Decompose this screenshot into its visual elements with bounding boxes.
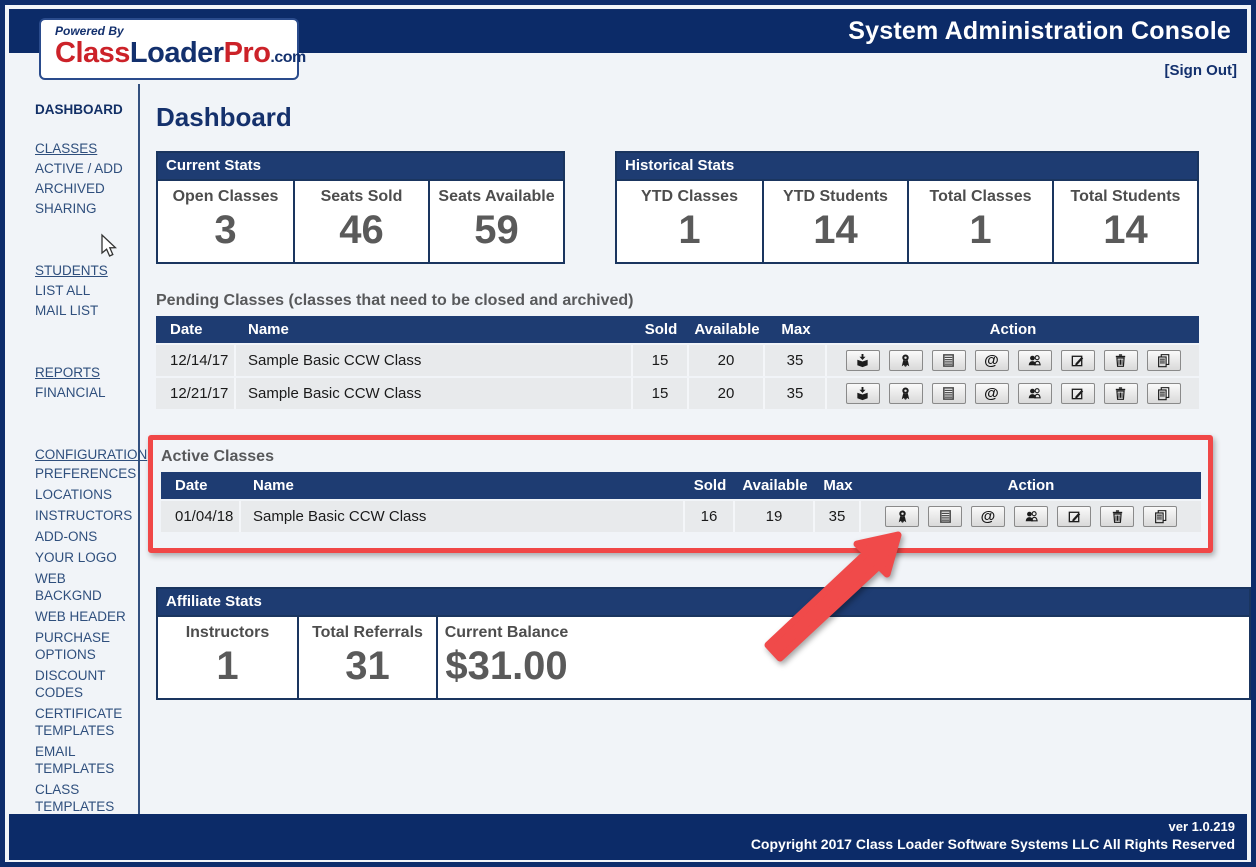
stat-total-students: Total Students 14 [1052,181,1197,262]
stat-current-balance: Current Balance $31.00 [436,617,575,698]
delete-button[interactable] [1100,506,1134,527]
sidebar-item-sharing[interactable]: SHARING [35,199,135,219]
action-buttons: @ [827,378,1199,409]
active-classes-table: Date Name Sold Available Max Action 01/0… [161,472,1201,532]
sidebar-group-students: STUDENTS LIST ALL MAIL LIST [35,261,138,321]
affiliate-stats-table: Affiliate Stats Instructors 1 Total Refe… [156,587,1251,700]
table-row: 12/14/17 Sample Basic CCW Class 15 20 35… [156,345,1199,376]
historical-stats-title: Historical Stats [617,153,1197,181]
sidebar-item-classes[interactable]: CLASSES [35,139,138,159]
edit-button[interactable] [1057,506,1091,527]
current-stats-title: Current Stats [158,153,563,181]
edit-button[interactable] [1061,350,1095,371]
sidebar-item-list-all[interactable]: LIST ALL [35,281,135,301]
sidebar-item-dashboard[interactable]: DASHBOARD [35,102,138,117]
action-buttons: @ [827,345,1199,376]
app-title: System Administration Console [848,17,1247,46]
roster-button[interactable] [932,350,966,371]
sidebar-group-reports: REPORTS FINANCIAL [35,363,138,403]
active-classes-highlight-box: Active Classes Date Name Sold Available … [148,435,1213,553]
action-buttons: @ [861,501,1201,532]
sidebar-item-certificate-templates[interactable]: CERTIFICATE TEMPLATES [35,705,135,739]
logo-wordmark: ClassLoaderPro.com [55,38,297,73]
email-button[interactable]: @ [971,506,1005,527]
sidebar-item-instructors[interactable]: INSTRUCTORS [35,507,135,524]
sidebar-item-your-logo[interactable]: YOUR LOGO [35,549,135,566]
active-classes-heading: Active Classes [161,448,1200,466]
sidebar-item-financial[interactable]: FINANCIAL [35,383,135,403]
stat-ytd-classes: YTD Classes 1 [617,181,762,262]
sidebar-item-students[interactable]: STUDENTS [35,261,138,281]
roster-button[interactable] [932,383,966,404]
stat-ytd-students: YTD Students 14 [762,181,907,262]
stat-open-classes: Open Classes 3 [158,181,293,262]
sidebar-item-locations[interactable]: LOCATIONS [35,486,135,503]
sidebar-group-classes: CLASSES ACTIVE / ADD ARCHIVED SHARING [35,139,138,219]
sidebar-item-class-templates[interactable]: CLASS TEMPLATES [35,781,135,815]
delete-button[interactable] [1104,383,1138,404]
sidebar-group-configuration: CONFIGURATION PREFERENCES LOCATIONS INST… [35,445,138,815]
pending-classes-table: Date Name Sold Available Max Action 12/1… [156,316,1199,409]
stat-total-classes: Total Classes 1 [907,181,1052,262]
archive-button[interactable] [846,383,880,404]
sidebar-item-discount-codes[interactable]: DISCOUNT CODES [35,667,135,701]
pending-table-header: Date Name Sold Available Max Action [156,316,1199,343]
page-title: Dashboard [156,102,1251,133]
sidebar-item-reports[interactable]: REPORTS [35,363,138,383]
edit-button[interactable] [1061,383,1095,404]
copyright-label: Copyright 2017 Class Loader Software Sys… [9,836,1235,852]
stat-instructors: Instructors 1 [158,617,297,698]
sidebar-item-purchase-options[interactable]: PURCHASE OPTIONS [35,629,135,663]
students-button[interactable] [1018,350,1052,371]
classloaderpro-logo: Powered By ClassLoaderPro.com [39,18,299,80]
copy-button[interactable] [1147,350,1181,371]
sidebar-item-web-backgnd[interactable]: WEB BACKGND [35,570,135,604]
email-button[interactable]: @ [975,383,1009,404]
sidebar-item-add-ons[interactable]: ADD-ONS [35,528,135,545]
copy-button[interactable] [1147,383,1181,404]
sidebar-item-preferences[interactable]: PREFERENCES [35,465,135,482]
main-content: Dashboard Current Stats Open Classes 3 S… [140,84,1251,857]
sidebar-item-archived[interactable]: ARCHIVED [35,179,135,199]
active-table-header: Date Name Sold Available Max Action [161,472,1201,499]
sidebar-item-web-header[interactable]: WEB HEADER [35,608,135,625]
table-row: 01/04/18 Sample Basic CCW Class 16 19 35… [161,501,1201,532]
award-button[interactable] [889,383,923,404]
email-icon: @ [984,353,999,368]
affiliate-stats-title: Affiliate Stats [158,589,1249,617]
archive-button[interactable] [846,350,880,371]
award-button[interactable] [885,506,919,527]
roster-button[interactable] [928,506,962,527]
sidebar-item-active-add[interactable]: ACTIVE / ADD [35,159,135,179]
pending-classes-heading: Pending Classes (classes that need to be… [156,292,1251,310]
sign-out-link[interactable]: [Sign Out] [1165,62,1237,79]
sidebar-item-mail-list[interactable]: MAIL LIST [35,301,135,321]
admin-console-page: System Administration Console Powered By… [0,0,1256,867]
email-button[interactable]: @ [975,350,1009,371]
stat-seats-available: Seats Available 59 [428,181,563,262]
students-button[interactable] [1018,383,1052,404]
students-button[interactable] [1014,506,1048,527]
historical-stats-table: Historical Stats YTD Classes 1 YTD Stude… [615,151,1199,264]
sidebar-item-email-templates[interactable]: EMAIL TEMPLATES [35,743,135,777]
stat-seats-sold: Seats Sold 46 [293,181,428,262]
email-icon: @ [984,386,999,401]
stat-total-referrals: Total Referrals 31 [297,617,436,698]
current-stats-table: Current Stats Open Classes 3 Seats Sold … [156,151,565,264]
sidebar-nav: DASHBOARD CLASSES ACTIVE / ADD ARCHIVED … [5,84,140,857]
copy-button[interactable] [1143,506,1177,527]
award-button[interactable] [889,350,923,371]
footer: ver 1.0.219 Copyright 2017 Class Loader … [9,814,1247,860]
table-row: 12/21/17 Sample Basic CCW Class 15 20 35… [156,378,1199,409]
email-icon: @ [981,509,996,524]
version-label: ver 1.0.219 [9,819,1235,834]
logo-powered-by: Powered By [55,24,297,38]
sidebar-item-configuration[interactable]: CONFIGURATION [35,445,138,465]
delete-button[interactable] [1104,350,1138,371]
